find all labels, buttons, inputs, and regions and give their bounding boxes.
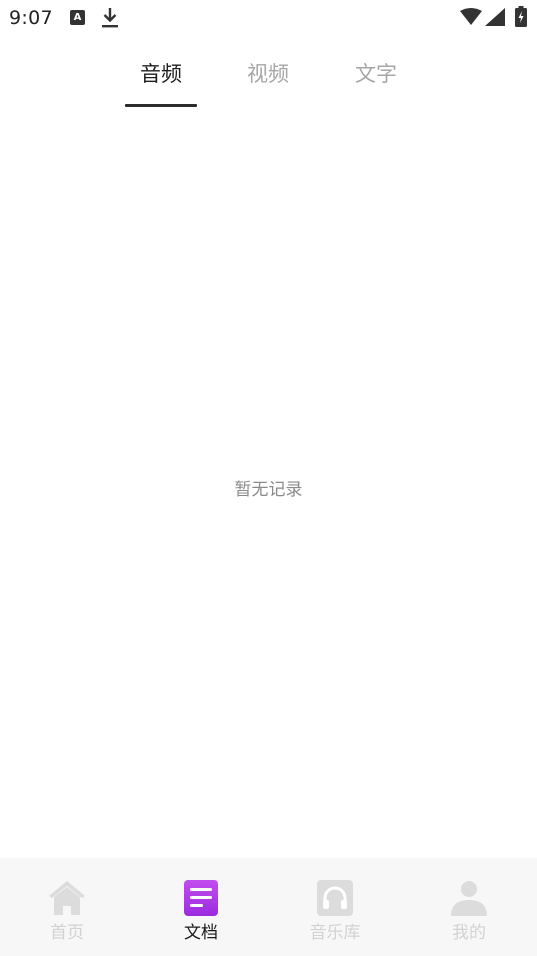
tab-audio[interactable]: 音频: [125, 58, 197, 98]
battery-charging-icon: [515, 6, 527, 27]
wifi-icon: [460, 8, 482, 25]
nav-label-home: 首页: [50, 923, 84, 943]
headphones-icon: [317, 880, 353, 916]
signal-icon: [485, 8, 505, 26]
nav-item-documents[interactable]: 文档: [134, 858, 268, 956]
download-icon: [102, 8, 118, 28]
status-bar: 9:07 A: [0, 0, 537, 36]
person-icon: [451, 881, 487, 916]
active-tab-indicator: [125, 104, 197, 107]
home-icon: [49, 881, 85, 915]
nav-label-mine: 我的: [452, 923, 486, 943]
notification-a-icon: A: [70, 10, 85, 25]
tab-bar: 音频 视频 文字: [0, 50, 537, 110]
nav-item-music-library[interactable]: 音乐库: [268, 858, 402, 956]
nav-item-mine[interactable]: 我的: [402, 858, 536, 956]
tab-video[interactable]: 视频: [232, 58, 304, 98]
document-icon: [184, 880, 218, 916]
nav-label-documents: 文档: [184, 923, 218, 943]
empty-state-message: 暂无记录: [234, 480, 303, 500]
bottom-nav: 首页 文档 音乐库 我的: [0, 858, 537, 956]
tab-text[interactable]: 文字: [340, 58, 412, 98]
screen: 9:07 A 音频 视频 文字 暂无记录 首页 文档 音乐库 我的: [0, 0, 537, 956]
nav-label-music-library: 音乐库: [309, 923, 361, 943]
status-time: 9:07: [9, 7, 53, 29]
nav-item-home[interactable]: 首页: [0, 858, 134, 956]
